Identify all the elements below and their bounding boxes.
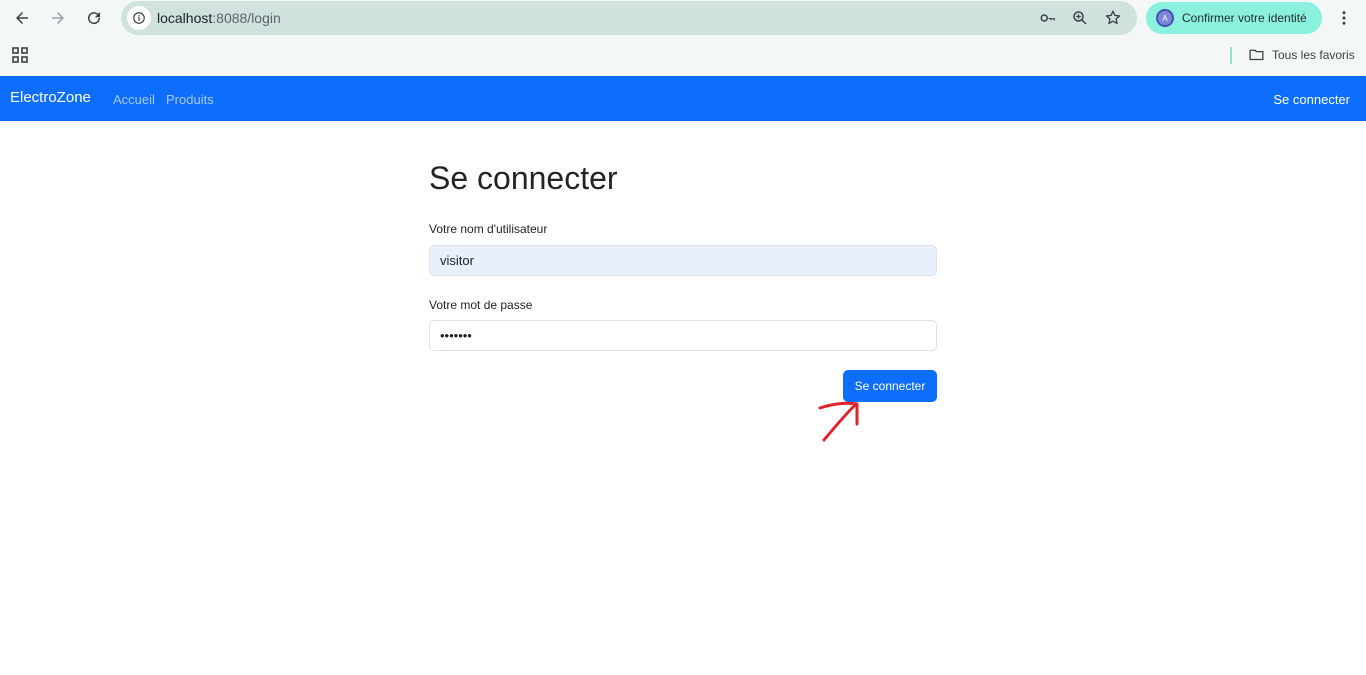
bookmark-star-icon[interactable]: [1103, 8, 1123, 28]
page-title: Se connecter: [429, 160, 618, 196]
password-label: Votre mot de passe: [429, 298, 533, 312]
red-arrow-annotation-icon: [818, 401, 859, 442]
url-host: localhost: [157, 10, 213, 26]
all-bookmarks-folder[interactable]: Tous les favoris: [1248, 46, 1355, 63]
browser-toolbar: localhost:8088/login A Confirmer votre i…: [0, 0, 1366, 36]
apps-grid-icon[interactable]: [11, 46, 29, 64]
nav-login-link[interactable]: Se connecter: [1273, 92, 1350, 107]
username-label: Votre nom d'utilisateur: [429, 222, 548, 236]
brand-link[interactable]: ElectroZone: [10, 89, 91, 106]
nav-link-accueil[interactable]: Accueil: [113, 92, 155, 107]
forward-icon[interactable]: [45, 6, 71, 30]
username-input[interactable]: [429, 245, 937, 276]
folder-icon: [1249, 49, 1264, 61]
avatar: A: [1156, 9, 1174, 27]
site-info-icon[interactable]: [127, 6, 151, 30]
reload-icon[interactable]: [81, 6, 107, 30]
url-text: localhost:8088/login: [157, 10, 281, 26]
zoom-icon[interactable]: [1070, 8, 1090, 28]
profile-label: Confirmer votre identité: [1182, 11, 1307, 25]
nav-link-produits[interactable]: Produits: [166, 92, 214, 107]
bookmarks-divider: [1230, 47, 1232, 64]
app-navbar: ElectroZone Accueil Produits Se connecte…: [0, 76, 1366, 121]
back-icon[interactable]: [9, 6, 35, 30]
password-input[interactable]: [429, 320, 937, 351]
bookmarks-bar: Tous les favoris: [0, 36, 1366, 76]
profile-button[interactable]: A Confirmer votre identité: [1146, 2, 1322, 34]
more-menu-icon[interactable]: [1332, 6, 1356, 30]
key-icon[interactable]: [1038, 8, 1058, 28]
url-path: :8088/login: [212, 10, 281, 26]
address-bar[interactable]: localhost:8088/login: [121, 1, 1137, 35]
all-bookmarks-label: Tous les favoris: [1272, 47, 1355, 62]
